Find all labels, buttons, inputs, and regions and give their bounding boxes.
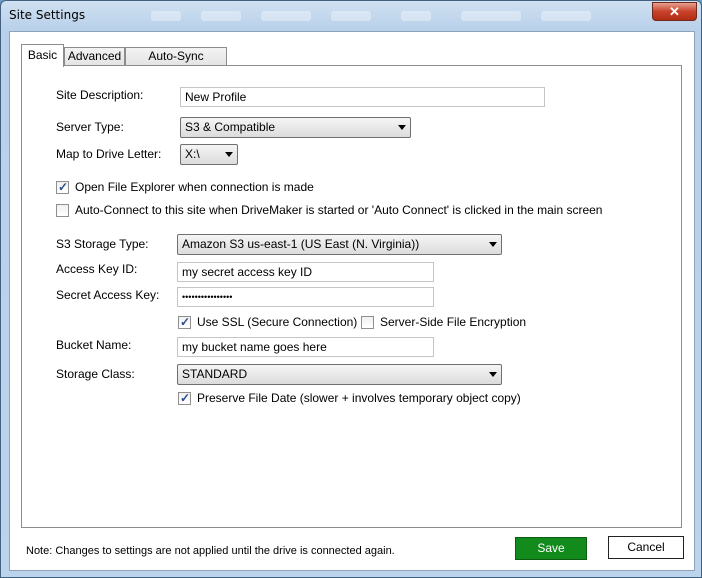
background-blur-item: [331, 11, 371, 21]
storage-type-label: S3 Storage Type:: [56, 237, 149, 251]
preserve-date-label[interactable]: Preserve File Date (slower + involves te…: [197, 391, 521, 405]
background-blur-item: [541, 11, 591, 21]
site-description-input[interactable]: New Profile: [180, 87, 545, 107]
cancel-button[interactable]: Cancel: [608, 536, 684, 559]
chevron-down-icon: [489, 242, 497, 247]
site-description-label: Site Description:: [56, 88, 144, 102]
background-blur-item: [151, 11, 181, 21]
bucket-name-label: Bucket Name:: [56, 338, 132, 352]
background-blur-item: [461, 11, 521, 21]
window-title: Site Settings: [9, 8, 86, 22]
storage-type-select[interactable]: Amazon S3 us-east-1 (US East (N. Virgini…: [177, 234, 502, 255]
tab-advanced[interactable]: Advanced: [64, 47, 125, 66]
auto-connect-checkbox[interactable]: [56, 204, 69, 217]
checkmark-icon: ✓: [58, 180, 69, 194]
close-icon: ✕: [669, 4, 680, 19]
chevron-down-icon: [225, 152, 233, 157]
sse-checkbox[interactable]: [361, 316, 374, 329]
server-type-label: Server Type:: [56, 120, 124, 134]
background-blur-item: [201, 11, 241, 21]
drive-letter-label: Map to Drive Letter:: [56, 147, 162, 161]
title-bar[interactable]: Site Settings ✕: [1, 1, 701, 31]
server-type-select[interactable]: S3 & Compatible: [180, 117, 411, 138]
access-key-label: Access Key ID:: [56, 262, 138, 276]
preserve-date-checkbox[interactable]: ✓: [178, 391, 191, 405]
drive-letter-select[interactable]: X:\: [180, 144, 238, 165]
tab-basic[interactable]: Basic: [21, 44, 64, 67]
open-explorer-checkbox[interactable]: ✓: [56, 180, 69, 194]
chevron-down-icon: [398, 125, 406, 130]
basic-tab-panel: Site Description: New Profile Server Typ…: [21, 65, 682, 528]
chevron-down-icon: [489, 372, 497, 377]
background-blur-item: [401, 11, 431, 21]
storage-class-value: STANDARD: [182, 367, 248, 381]
server-type-value: S3 & Compatible: [185, 120, 276, 134]
storage-class-label: Storage Class:: [56, 367, 135, 381]
tab-auto-sync-settings[interactable]: Auto-Sync Settings: [125, 47, 227, 80]
checkmark-icon: ✓: [180, 391, 191, 405]
access-key-input[interactable]: my secret access key ID: [177, 262, 434, 282]
use-ssl-label[interactable]: Use SSL (Secure Connection): [197, 315, 357, 329]
site-settings-window: Site Settings ✕ Basic Advanced Auto-Sync…: [0, 0, 702, 578]
background-blur-item: [261, 11, 311, 21]
bucket-name-input[interactable]: my bucket name goes here: [177, 337, 434, 357]
storage-type-value: Amazon S3 us-east-1 (US East (N. Virgini…: [182, 237, 420, 251]
dialog-client-area: Basic Advanced Auto-Sync Settings Site D…: [9, 31, 695, 571]
secret-key-input[interactable]: ••••••••••••••••: [177, 287, 434, 307]
drive-letter-value: X:\: [185, 147, 200, 161]
use-ssl-checkbox[interactable]: ✓: [178, 315, 191, 329]
auto-connect-label[interactable]: Auto-Connect to this site when DriveMake…: [75, 203, 602, 217]
sse-label[interactable]: Server-Side File Encryption: [380, 315, 526, 329]
storage-class-select[interactable]: STANDARD: [177, 364, 502, 385]
settings-note: Note: Changes to settings are not applie…: [26, 545, 395, 557]
open-explorer-label[interactable]: Open File Explorer when connection is ma…: [75, 180, 314, 194]
save-button[interactable]: Save: [515, 537, 587, 560]
checkmark-icon: ✓: [180, 315, 191, 329]
secret-key-label: Secret Access Key:: [56, 288, 160, 302]
close-button[interactable]: ✕: [652, 2, 697, 21]
